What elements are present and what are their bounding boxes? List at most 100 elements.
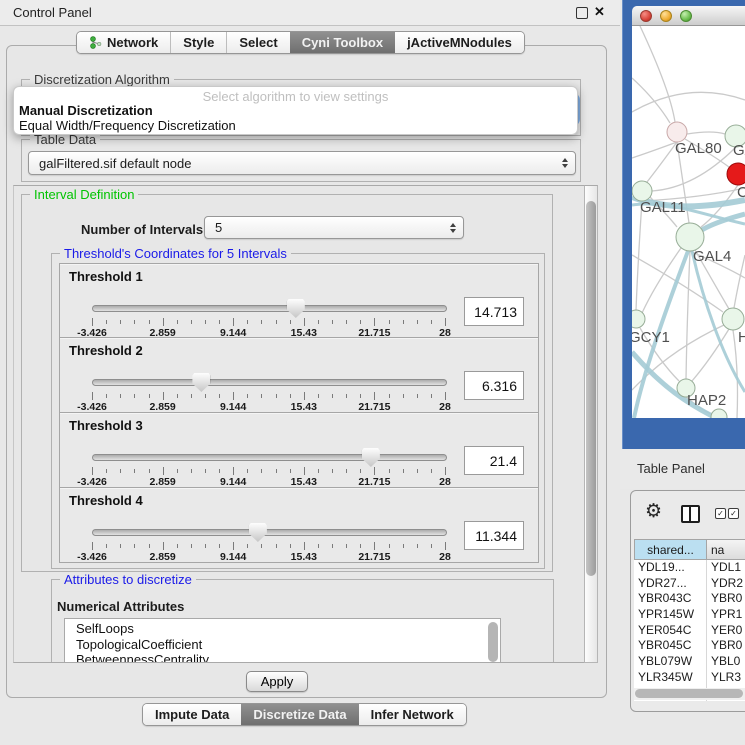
threshold-coordinates-group-title: Threshold's Coordinates for 5 Intervals <box>60 246 291 261</box>
tick-mark <box>205 544 206 548</box>
table-row[interactable]: YBL079WYBL0 <box>634 654 745 670</box>
tick-mark <box>134 320 135 324</box>
network-edge[interactable] <box>632 142 677 158</box>
network-edge[interactable] <box>692 329 729 381</box>
table-row[interactable]: YLR345WYLR3 <box>634 670 745 686</box>
threshold-slider[interactable]: -3.4262.8599.14415.4321.71528 <box>92 447 445 487</box>
network-node[interactable] <box>676 223 704 251</box>
column-header-shared-[interactable]: shared... <box>634 539 707 560</box>
tick-mark <box>191 394 192 398</box>
tick-mark <box>304 542 305 550</box>
select-columns-icon[interactable]: ✓ ✓ <box>715 508 739 519</box>
cell-name: YBL0 <box>707 654 740 670</box>
tick-mark <box>163 542 164 550</box>
node-label-gal80: GAL80 <box>675 140 722 157</box>
threshold-value-field[interactable] <box>464 297 524 326</box>
tick-mark <box>389 394 390 398</box>
tick-mark <box>346 320 347 324</box>
tick-mark <box>177 469 178 473</box>
table-row[interactable]: YDR27...YDR2 <box>634 576 745 592</box>
tick-mark <box>360 320 361 324</box>
attribute-item-selfloops[interactable]: SelfLoops <box>65 621 500 637</box>
apply-button[interactable]: Apply <box>246 671 308 692</box>
network-node[interactable] <box>711 409 727 418</box>
slider-track[interactable] <box>92 379 447 386</box>
close-icon[interactable]: ✕ <box>594 4 605 20</box>
algorithm-dropdown-popup: Select algorithm to view settings Manual… <box>13 86 578 135</box>
network-node[interactable] <box>727 163 745 185</box>
table-row[interactable]: YDL19...YDL1 <box>634 560 745 576</box>
threshold-slider[interactable]: -3.4262.8599.14415.4321.71528 <box>92 298 445 338</box>
node-label-gcy1: GCY1 <box>632 329 670 346</box>
tick-mark <box>290 544 291 548</box>
network-edge[interactable] <box>636 201 642 310</box>
network-edge[interactable] <box>687 132 725 134</box>
attributes-list-scrollbar-thumb[interactable] <box>488 622 498 662</box>
dropdown-option-manual-discretization[interactable]: Manual Discretization <box>17 103 153 118</box>
table-row[interactable]: YPR145WYPR1 <box>634 607 745 623</box>
slider-track[interactable] <box>92 529 447 536</box>
slider-handle[interactable] <box>249 523 267 542</box>
network-window-titlebar[interactable] <box>632 6 745 26</box>
tab-impute-data[interactable]: Impute Data <box>143 704 241 725</box>
network-edge[interactable] <box>734 255 745 308</box>
tick-mark <box>106 469 107 473</box>
main-scrollbar-thumb[interactable] <box>586 201 596 576</box>
attribute-item-topologicalcoefficient[interactable]: TopologicalCoefficient <box>65 637 500 653</box>
threshold-slider[interactable]: -3.4262.8599.14415.4321.71528 <box>92 372 445 412</box>
tick-mark <box>120 394 121 398</box>
table-data-group: Table Data galFiltered.sif default node <box>21 139 581 182</box>
tick-mark <box>191 544 192 548</box>
slider-handle[interactable] <box>362 448 380 467</box>
tick-mark <box>276 544 277 548</box>
checkbox-icon: ✓ <box>715 508 726 519</box>
number-of-intervals-combobox[interactable]: 5 <box>204 216 464 239</box>
tick-mark <box>431 394 432 398</box>
slider-track[interactable] <box>92 454 447 461</box>
network-node[interactable] <box>722 308 744 330</box>
threshold-value-field[interactable] <box>464 521 524 550</box>
slider-handle[interactable] <box>287 299 305 318</box>
column-header-na[interactable]: na <box>707 539 745 560</box>
network-edge[interactable] <box>640 26 675 122</box>
threshold-value-field[interactable] <box>464 371 524 400</box>
tab-jactivemnodules[interactable]: jActiveMNodules <box>395 32 524 53</box>
threshold-value-field[interactable] <box>464 446 524 475</box>
tick-mark <box>219 394 220 398</box>
tab-select[interactable]: Select <box>226 32 289 53</box>
minimize-traffic-light[interactable] <box>660 10 672 22</box>
table-horizontal-scrollbar-thumb[interactable] <box>635 689 743 698</box>
slider-handle[interactable] <box>192 373 210 392</box>
threshold-slider[interactable]: -3.4262.8599.14415.4321.71528 <box>92 522 445 562</box>
slider-track[interactable] <box>92 305 447 312</box>
tick-mark <box>417 469 418 473</box>
tab-discretize-data[interactable]: Discretize Data <box>241 704 358 725</box>
table-row[interactable]: YBR043CYBR0 <box>634 591 745 607</box>
network-node[interactable] <box>667 122 687 142</box>
table-row[interactable]: YER054CYER0 <box>634 623 745 639</box>
table-rows: YDL19...YDL1YDR27...YDR2YBR043CYBR0YPR14… <box>634 560 745 701</box>
tab-cyni-toolbox[interactable]: Cyni Toolbox <box>290 32 395 53</box>
cell-name: YLR3 <box>707 670 741 686</box>
split-columns-icon[interactable] <box>681 505 700 523</box>
attribute-item-betweennesscentrality[interactable]: BetweennessCentrality <box>65 652 500 663</box>
tab-network[interactable]: Network <box>77 32 170 53</box>
gear-icon[interactable]: ⚙ <box>645 500 662 522</box>
close-traffic-light[interactable] <box>640 10 652 22</box>
tick-mark <box>106 394 107 398</box>
tick-mark <box>205 469 206 473</box>
table-row[interactable]: YBR045CYBR0 <box>634 638 745 654</box>
table-horizontal-scrollbar[interactable] <box>634 688 745 700</box>
tab-infer-network[interactable]: Infer Network <box>359 704 466 725</box>
zoom-traffic-light[interactable] <box>680 10 692 22</box>
tab-style[interactable]: Style <box>170 32 226 53</box>
tick-mark <box>445 392 446 400</box>
network-canvas[interactable]: GAL80GACGAL11GAL4GCY1HHAP2 <box>632 26 745 418</box>
float-window-icon[interactable] <box>576 7 588 19</box>
network-node[interactable] <box>632 181 652 201</box>
main-scrollbar[interactable] <box>584 185 598 663</box>
network-edge[interactable] <box>686 251 690 379</box>
dropdown-option-equal-width-frequency-discretization[interactable]: Equal Width/Frequency Discretization <box>17 118 236 133</box>
network-node[interactable] <box>632 310 645 328</box>
table-data-combobox[interactable]: galFiltered.sif default node <box>28 151 576 175</box>
